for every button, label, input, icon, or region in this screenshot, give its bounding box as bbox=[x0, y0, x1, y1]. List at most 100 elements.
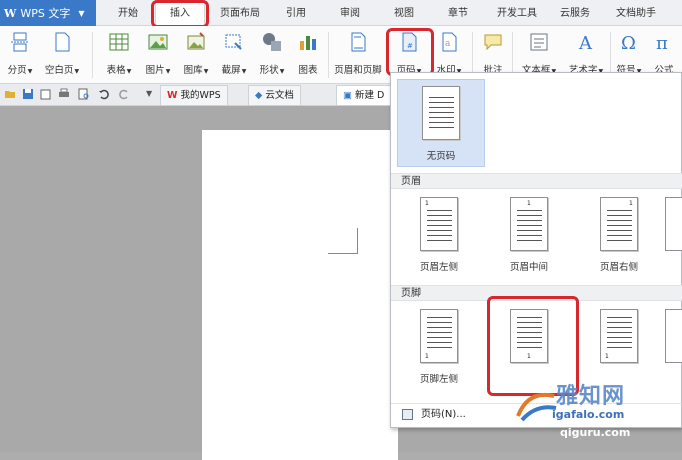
chart-button[interactable]: 图表 bbox=[294, 28, 322, 82]
app-title: WPS 文字 bbox=[20, 7, 71, 20]
page-thumbnail: 1 bbox=[510, 309, 548, 363]
page-thumbnail: 1 bbox=[600, 197, 638, 251]
comment-icon bbox=[484, 34, 502, 51]
print-icon[interactable] bbox=[58, 88, 70, 100]
page-number-digit: 1 bbox=[605, 353, 609, 360]
page-thumbnail-partial bbox=[665, 309, 682, 363]
tab-page-layout[interactable]: 页面布局 bbox=[212, 0, 268, 26]
gallery-item-label: 页眉右侧 bbox=[599, 262, 638, 273]
chart-label: 图表 bbox=[298, 65, 318, 76]
tab-new-document-label: 新建 D bbox=[355, 90, 385, 101]
chevron-down-icon: ▼ bbox=[203, 68, 209, 75]
wordart-icon: A bbox=[578, 33, 593, 53]
tab-new-document[interactable]: ▣ 新建 D bbox=[336, 85, 392, 105]
svg-text:#: # bbox=[407, 42, 413, 50]
table-icon bbox=[109, 33, 129, 51]
undo-icon[interactable] bbox=[98, 88, 110, 100]
gallery-item-footer-left[interactable]: 1 页脚左侧 bbox=[399, 303, 479, 395]
picture-button[interactable]: 图片▼ bbox=[140, 28, 176, 82]
tab-chapter[interactable]: 章节 bbox=[434, 0, 482, 26]
save-icon[interactable] bbox=[22, 88, 34, 100]
chevron-down-icon: ▼ bbox=[74, 68, 80, 75]
watermark-icon: a bbox=[442, 32, 457, 52]
pi-icon: π bbox=[656, 33, 668, 53]
page-thumbnail-partial bbox=[665, 197, 682, 251]
page-number-digit: 1 bbox=[527, 353, 531, 360]
picture-icon bbox=[148, 34, 168, 50]
chevron-down-icon: ▼ bbox=[165, 68, 171, 75]
screenshot-label: 截屏 bbox=[221, 65, 241, 76]
blank-page-button[interactable]: 空白页▼ bbox=[42, 28, 82, 82]
gallery-item-header-right[interactable]: 1 页眉右侧 bbox=[579, 191, 659, 283]
tab-developer[interactable]: 开发工具 bbox=[488, 0, 546, 26]
gallery-button[interactable]: 图库▼ bbox=[178, 28, 214, 82]
tab-cloud-docs-label: 云文档 bbox=[265, 90, 294, 101]
page-thumbnail bbox=[422, 86, 460, 140]
shapes-icon bbox=[263, 33, 281, 51]
margin-corner-mark bbox=[328, 228, 358, 254]
tab-view[interactable]: 视图 bbox=[380, 0, 428, 26]
svg-text:Ω: Ω bbox=[621, 33, 636, 53]
export-icon[interactable] bbox=[40, 88, 52, 100]
open-folder-icon[interactable] bbox=[4, 88, 16, 100]
page-thumbnail: 1 bbox=[600, 309, 638, 363]
page-number-digit: 1 bbox=[425, 353, 429, 360]
page-thumbnail: 1 bbox=[420, 197, 458, 251]
screenshot-button[interactable]: 截屏▼ bbox=[216, 28, 252, 82]
chevron-down-icon: ▼ bbox=[126, 68, 132, 75]
page-number-digit: 1 bbox=[629, 200, 633, 207]
gallery-item-header-left[interactable]: 1 页眉左侧 bbox=[399, 191, 479, 283]
header-footer-label: 页眉和页脚 bbox=[334, 65, 382, 76]
page-number-dropdown: 无页码 页眉 1 页眉左侧 1 页眉中间 1 页眉右侧 页脚 1 页脚左侧 1 … bbox=[390, 72, 682, 428]
tab-my-wps[interactable]: W 我的WPS bbox=[160, 85, 228, 105]
omega-icon: Ω bbox=[621, 33, 636, 53]
gallery-item-footer-right[interactable]: 1 bbox=[579, 303, 659, 395]
page-break-icon bbox=[11, 32, 29, 52]
gallery-item-label: 页眉左侧 bbox=[419, 262, 458, 273]
tab-my-wps-label: 我的WPS bbox=[180, 90, 221, 101]
tab-references[interactable]: 引用 bbox=[272, 0, 320, 26]
app-menu-button[interactable]: W WPS 文字 ▼ bbox=[0, 0, 96, 26]
page-thumbnail: 1 bbox=[510, 197, 548, 251]
svg-text:a: a bbox=[445, 39, 451, 49]
tab-home[interactable]: 开始 bbox=[104, 0, 152, 26]
section-header-title: 页眉 bbox=[391, 173, 682, 189]
section-footer-title: 页脚 bbox=[391, 285, 682, 301]
chart-icon bbox=[300, 36, 316, 50]
tab-insert[interactable]: 插入 bbox=[155, 0, 205, 27]
page-thumbnail: 1 bbox=[420, 309, 458, 363]
preview-icon[interactable] bbox=[78, 88, 90, 100]
gallery-item-none[interactable]: 无页码 bbox=[397, 79, 485, 167]
page-number-digit: 1 bbox=[527, 200, 531, 207]
tab-review[interactable]: 审阅 bbox=[326, 0, 374, 26]
header-footer-button[interactable]: 页眉和页脚 bbox=[332, 28, 384, 82]
document-page[interactable] bbox=[202, 130, 398, 460]
page-number-icon: # bbox=[402, 32, 417, 52]
shapes-button[interactable]: 形状▼ bbox=[254, 28, 290, 82]
gallery-item-footer-center[interactable]: 1 bbox=[489, 303, 569, 395]
page-number-settings-menu-item[interactable]: 页码(N)... bbox=[391, 403, 682, 425]
tab-cloud-docs[interactable]: ◆ 云文档 bbox=[248, 85, 301, 105]
chevron-down-icon[interactable]: ▼ bbox=[146, 89, 152, 98]
tab-cloud-service[interactable]: 云服务 bbox=[550, 0, 600, 26]
wps-logo-icon: W bbox=[167, 90, 178, 101]
blank-page-icon bbox=[55, 32, 70, 52]
wps-logo-icon: W bbox=[4, 6, 17, 20]
page-break-label: 分页 bbox=[7, 65, 27, 76]
gallery-item-label: 页眉中间 bbox=[509, 262, 548, 273]
svg-text:π: π bbox=[656, 33, 668, 53]
page-number-digit: 1 bbox=[425, 200, 429, 207]
page-number-settings-label: 页码(N)... bbox=[421, 409, 466, 420]
tab-doc-assistant[interactable]: 文档助手 bbox=[604, 0, 668, 26]
ribbon-tab-bar: W WPS 文字 ▼ 开始 插入 页面布局 引用 审阅 视图 章节 开发工具 云… bbox=[0, 0, 682, 27]
header-footer-icon bbox=[351, 32, 366, 52]
picture-label: 图片 bbox=[145, 65, 165, 76]
table-button[interactable]: 表格▼ bbox=[102, 28, 136, 82]
blank-page-label: 空白页 bbox=[44, 65, 74, 76]
gallery-item-label: 无页码 bbox=[426, 151, 456, 162]
redo-icon[interactable] bbox=[118, 88, 130, 100]
page-break-button[interactable]: 分页▼ bbox=[4, 28, 36, 82]
cloud-cube-icon: ◆ bbox=[255, 90, 263, 101]
gallery-item-header-center[interactable]: 1 页眉中间 bbox=[489, 191, 569, 283]
page-number-settings-icon bbox=[402, 409, 413, 420]
